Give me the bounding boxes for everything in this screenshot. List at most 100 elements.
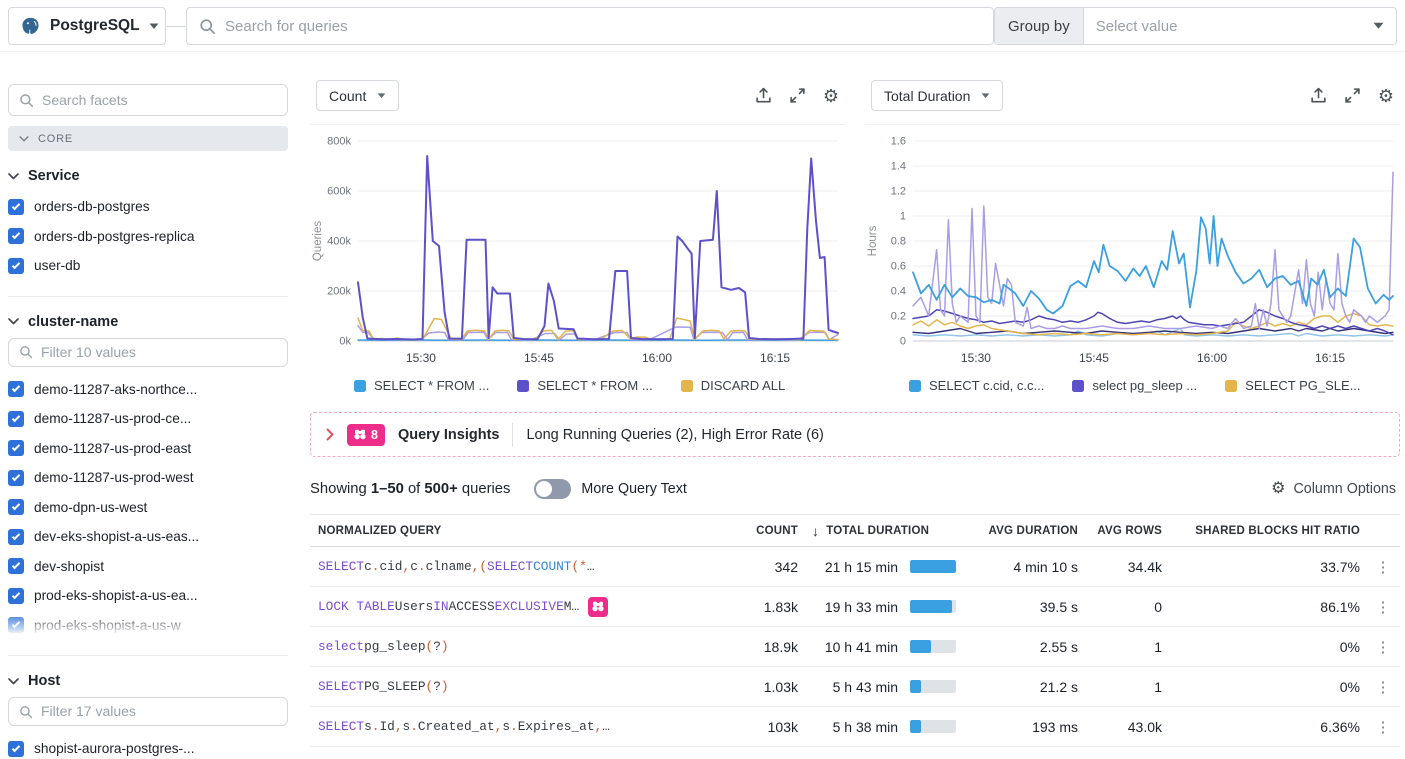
metric-label: Count — [329, 88, 366, 104]
column-header-normalized-query[interactable]: NORMALIZED QUERY — [310, 525, 730, 537]
core-section-toggle[interactable]: CORE — [8, 126, 288, 151]
export-icon[interactable] — [755, 87, 772, 104]
facet-label: user-db — [34, 258, 80, 273]
facet-label: demo-11287-us-prod-west — [34, 470, 194, 485]
facet-item[interactable]: shopist-aurora-postgres-... — [8, 734, 288, 759]
checkbox-checked-icon[interactable] — [8, 411, 24, 427]
table-row[interactable]: SELECT PG_SLEEP ( ? )1.03k5 h 43 min21.2… — [310, 667, 1400, 707]
checkbox-checked-icon[interactable] — [8, 199, 24, 215]
export-icon[interactable] — [1310, 87, 1327, 104]
table-header-row: NORMALIZED QUERY COUNT ↓ TOTAL DURATION … — [310, 514, 1400, 547]
facet-label: demo-11287-us-prod-east — [34, 441, 191, 456]
count-timeseries-chart[interactable]: 0k200k400k600k800k15:3015:4516:0016:15Qu… — [310, 127, 845, 369]
host-filter[interactable] — [8, 697, 288, 726]
search-icon — [199, 18, 216, 35]
query-search[interactable] — [186, 7, 994, 45]
facet-item[interactable]: demo-dpn-us-west — [8, 493, 288, 523]
facet-group-host[interactable]: Host — [8, 673, 288, 689]
checkbox-checked-icon[interactable] — [8, 258, 24, 274]
group-by-value[interactable]: Select value — [1084, 8, 1373, 44]
insights-count: 8 — [371, 428, 378, 442]
facet-item[interactable]: prod-eks-shopist-a-us-w — [8, 611, 288, 641]
legend-item[interactable]: SELECT c.cid, c.c... — [909, 378, 1044, 393]
facet-item[interactable]: demo-11287-us-prod-ce... — [8, 404, 288, 434]
expand-icon[interactable] — [789, 87, 806, 104]
metric-label: Total Duration — [884, 88, 970, 104]
legend-item[interactable]: DISCARD ALL — [681, 378, 786, 393]
facet-group-cluster-name[interactable]: cluster-name — [8, 314, 288, 330]
checkbox-checked-icon[interactable] — [8, 499, 24, 515]
cluster-filter[interactable] — [8, 338, 288, 367]
facet-group-service[interactable]: Service — [8, 168, 288, 184]
toggle-knob — [536, 481, 552, 497]
gear-icon[interactable]: ⚙ — [1378, 87, 1394, 105]
gear-icon[interactable]: ⚙ — [823, 87, 839, 105]
column-header-total-duration[interactable]: ↓ TOTAL DURATION — [798, 523, 958, 539]
avg-duration-value: 21.2 s — [958, 679, 1078, 695]
checkbox-checked-icon[interactable] — [8, 617, 24, 633]
column-options-button[interactable]: ⚙ Column Options — [1271, 481, 1400, 497]
legend-swatch — [909, 380, 921, 392]
more-query-text-toggle[interactable] — [534, 479, 571, 499]
expand-icon[interactable] — [1344, 87, 1361, 104]
duration-timeseries-chart[interactable]: 00.20.40.60.811.21.41.615:3015:4516:0016… — [865, 127, 1400, 369]
legend-item[interactable]: SELECT * FROM ... — [354, 378, 489, 393]
row-kebab-menu[interactable]: ⋮ — [1366, 678, 1400, 696]
table-body: SELECT c.cid, c.clname, ( SELECT COUNT (… — [310, 547, 1400, 747]
legend-item[interactable]: select pg_sleep ... — [1072, 378, 1197, 393]
divider — [8, 296, 288, 297]
checkbox-checked-icon[interactable] — [8, 381, 24, 397]
normalized-query: SELECT s. Id, s. Created_at, s. Expires_… — [310, 719, 730, 734]
facet-item[interactable]: dev-eks-shopist-a-us-eas... — [8, 522, 288, 552]
row-kebab-menu[interactable]: ⋮ — [1366, 718, 1400, 736]
facet-item[interactable]: demo-11287-aks-northce... — [8, 375, 288, 405]
checkbox-checked-icon[interactable] — [8, 588, 24, 604]
checkbox-checked-icon[interactable] — [8, 529, 24, 545]
facet-label: prod-eks-shopist-a-us-ea... — [34, 588, 198, 603]
checkbox-checked-icon[interactable] — [8, 470, 24, 486]
facet-item[interactable]: demo-11287-us-prod-east — [8, 434, 288, 464]
duration-metric-selector[interactable]: Total Duration — [871, 80, 1003, 111]
legend-item[interactable]: SELECT * FROM ... — [517, 378, 652, 393]
product-selector[interactable]: PostgreSQL — [8, 7, 166, 45]
table-row[interactable]: SELECT c.cid, c.clname, ( SELECT COUNT (… — [310, 547, 1400, 587]
column-header-avg-rows[interactable]: AVG ROWS — [1078, 525, 1166, 537]
facet-item[interactable]: orders-db-postgres-replica — [8, 222, 288, 252]
cluster-filter-input[interactable] — [41, 345, 277, 360]
facet-item[interactable]: orders-db-postgres — [8, 192, 288, 222]
binoculars-icon — [354, 429, 366, 440]
column-header-avg-duration[interactable]: AVG DURATION — [958, 525, 1078, 537]
checkbox-checked-icon[interactable] — [8, 558, 24, 574]
facet-item[interactable]: prod-eks-shopist-a-us-ea... — [8, 581, 288, 611]
table-row[interactable]: select pg_sleep ( ? )18.9k10 h 41 min2.5… — [310, 627, 1400, 667]
column-header-count[interactable]: COUNT — [730, 525, 798, 537]
count-metric-selector[interactable]: Count — [316, 80, 399, 111]
facet-search[interactable] — [8, 84, 288, 116]
facet-item[interactable]: demo-11287-us-prod-west — [8, 463, 288, 493]
topbar: PostgreSQL Group by Select value — [0, 0, 1405, 52]
chevron-down-icon — [19, 136, 29, 142]
count-value: 1.83k — [730, 599, 798, 615]
query-search-input[interactable] — [225, 18, 981, 35]
column-header-hit-ratio[interactable]: SHARED BLOCKS HIT RATIO — [1166, 525, 1366, 537]
table-row[interactable]: LOCK TABLE Users IN ACCESS EXCLUSIVE M…1… — [310, 587, 1400, 627]
facet-item[interactable]: user-db — [8, 251, 288, 281]
svg-text:200k: 200k — [327, 286, 351, 298]
row-kebab-menu[interactable]: ⋮ — [1366, 598, 1400, 616]
row-kebab-menu[interactable]: ⋮ — [1366, 638, 1400, 656]
checkbox-checked-icon[interactable] — [8, 741, 24, 757]
table-row[interactable]: SELECT s. Id, s. Created_at, s. Expires_… — [310, 707, 1400, 747]
row-kebab-menu[interactable]: ⋮ — [1366, 558, 1400, 576]
checkbox-checked-icon[interactable] — [8, 228, 24, 244]
query-insights-banner[interactable]: 8 Query Insights Long Running Queries (2… — [310, 412, 1400, 457]
host-filter-input[interactable] — [41, 704, 277, 719]
insights-summary: Long Running Queries (2), High Error Rat… — [526, 427, 823, 443]
legend-item[interactable]: SELECT PG_SLE... — [1225, 378, 1360, 393]
facet-item[interactable]: dev-shopist — [8, 552, 288, 582]
group-by-control[interactable]: Group by Select value — [994, 7, 1397, 45]
insight-flag-icon — [588, 597, 608, 617]
showing-total: 500+ — [424, 481, 457, 497]
facet-search-input[interactable] — [42, 92, 277, 108]
checkbox-checked-icon[interactable] — [8, 440, 24, 456]
chevron-down-icon — [8, 173, 19, 180]
